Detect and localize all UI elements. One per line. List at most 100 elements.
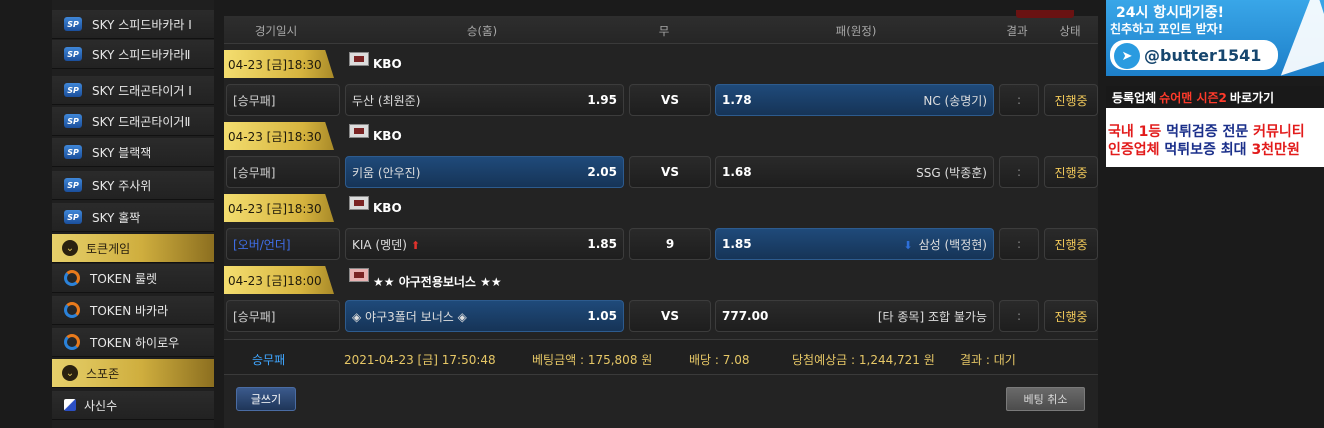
chevron-down-icon: ⌄ xyxy=(62,365,78,381)
sp-icon: SP xyxy=(64,17,82,31)
bet-type: [승무패] xyxy=(226,156,340,188)
match-status: 진행중 xyxy=(1044,84,1098,116)
league-flag-icon xyxy=(349,268,369,282)
match-status: 진행중 xyxy=(1044,156,1098,188)
chevron-down-icon: ⌄ xyxy=(62,240,78,256)
ad-top-suffix: 바로가기 xyxy=(1229,90,1275,105)
bet-row: [오버/언더] KIA (멩덴) ⬆ 1.85 9 1.85 ⬇ 삼성 (백정현): 진행중 xyxy=(224,228,1098,260)
away-bet-option[interactable]: 777.00 [타 종목] 조합 불가능 xyxy=(715,300,994,332)
summary-bet-amount: 베팅금액 : 175,808 원 xyxy=(532,353,653,367)
bet-row: [승무패] ◈ 야구3폴더 보너스 ◈ 1.05 VS 777.00 [타 종목] 조합 … xyxy=(224,300,1098,332)
sidebar-item[interactable]: SP SKY 스피드바카라 I xyxy=(52,10,214,39)
sidebar-item[interactable]: ⌄ 토큰게임 xyxy=(52,234,214,263)
telegram-banner-line1: 24시 항시대기중! xyxy=(1116,5,1225,21)
ad-line3-a: 인증업체 xyxy=(1108,142,1165,158)
telegram-banner[interactable]: 24시 항시대기중! 친추하고 포인트 받자! @butter1541 ➤ xyxy=(1106,0,1324,76)
ad-line3: 인증업체 먹튀보증 최대 3천만원 xyxy=(1108,139,1300,159)
home-bet-option[interactable]: ◈ 야구3폴더 보너스 ◈ 1.05 xyxy=(345,300,624,332)
sidebar-item[interactable]: TOKEN 룰렛 xyxy=(52,264,214,293)
match-datetime-badge: 04-23 [금]18:30 xyxy=(224,50,334,78)
sp-icon: SP xyxy=(64,114,82,128)
sidebar-item-label: SKY 홀짝 xyxy=(92,210,141,225)
home-team: ◈ 야구3폴더 보너스 ◈ xyxy=(352,309,467,324)
home-bet-option[interactable]: 키움 (안우진) 2.05 xyxy=(345,156,624,188)
home-team-wrap: 키움 (안우진) xyxy=(352,164,420,181)
home-bet-option[interactable]: 두산 (최원준) 1.95 xyxy=(345,84,624,116)
away-team: [타 종목] 조합 불가능 xyxy=(877,309,987,324)
sidebar-item[interactable]: TOKEN 바카라 xyxy=(52,296,214,325)
bet-row: [승무패] 두산 (최원준) 1.95 VS 1.78 NC (송명기): 진행중 xyxy=(224,84,1098,116)
league-row: 04-23 [금]18:30 KBO xyxy=(224,192,1098,222)
home-odds: 1.05 xyxy=(587,309,617,323)
ad-line2-b: 먹튀검증 전문 xyxy=(1166,124,1254,140)
home-team-wrap: 두산 (최원준) xyxy=(352,92,420,109)
sp-icon: SP xyxy=(64,47,82,61)
draw-bet-option[interactable]: VS xyxy=(629,156,711,188)
away-odds: 1.68 xyxy=(722,165,752,179)
bet-type: [오버/언더] xyxy=(226,228,340,260)
sureman-ad-banner[interactable]: 등록업체 슈어맨 시즌2 바로가기 국내 1등 먹튀검증 전문 커뮤니티 인증업… xyxy=(1106,86,1324,167)
sidebar-item-label: SKY 드래곤타이거Ⅱ xyxy=(92,114,191,129)
header-accent-bar xyxy=(1016,10,1074,18)
away-bet-option[interactable]: 1.85 ⬇ 삼성 (백정현) xyxy=(715,228,994,260)
sidebar-item[interactable]: TOKEN 하이로우 xyxy=(52,328,214,357)
away-team-wrap: SSG (박종훈) xyxy=(916,164,987,181)
sp-icon: SP xyxy=(64,83,82,97)
away-odds: 1.78 xyxy=(722,93,752,107)
ad-top-highlight: 슈어맨 시즌2 xyxy=(1159,90,1227,105)
sp-icon: SP xyxy=(64,145,82,159)
ad-line3-c: 3천만원 xyxy=(1251,142,1300,158)
sidebar-item-label: TOKEN 룰렛 xyxy=(90,271,158,286)
home-team: KIA (멩덴) xyxy=(352,237,407,252)
home-team: 두산 (최원준) xyxy=(352,93,421,108)
ad-line3-b: 먹튀보증 최대 xyxy=(1164,142,1252,158)
sp-icon: SP xyxy=(64,178,82,192)
summary-type: 승무패 xyxy=(252,353,286,367)
draw-bet-option[interactable]: VS xyxy=(629,300,711,332)
away-team: 삼성 (백정현) xyxy=(918,237,987,252)
league-row: 04-23 [금]18:00 ★★ 야구전용보너스 ★★ xyxy=(224,264,1098,294)
sidebar-item-label: SKY 스피드바카라Ⅱ xyxy=(92,47,191,62)
draw-bet-option[interactable]: 9 xyxy=(629,228,711,260)
sidebar-item-label: SKY 주사위 xyxy=(92,178,152,193)
bet-summary: 승무패 2021-04-23 [금] 17:50:48 베팅금액 : 175,8… xyxy=(224,339,1098,375)
match-status: 진행중 xyxy=(1044,300,1098,332)
away-bet-option[interactable]: 1.78 NC (송명기) xyxy=(715,84,994,116)
ad-top-prefix: 등록업체 xyxy=(1112,90,1157,105)
header-away: 패(원정) xyxy=(835,24,877,38)
sidebar-item[interactable]: ⌄ 스포존 xyxy=(52,359,214,388)
bet-row: [승무패] 키움 (안우진) 2.05 VS 1.68 SSG (박종훈): 진행중 xyxy=(224,156,1098,188)
match-datetime-badge: 04-23 [금]18:30 xyxy=(224,122,334,150)
sidebar-item[interactable]: SP SKY 드래곤타이거Ⅱ xyxy=(52,107,214,136)
sidebar-item[interactable]: SP SKY 블랙잭 xyxy=(52,138,214,167)
arrow-up-icon: ⬆ xyxy=(410,238,421,252)
match-result: : xyxy=(999,300,1039,332)
league-name: KBO xyxy=(373,201,402,215)
sidebar-item-label: SKY 드래곤타이거 I xyxy=(92,83,192,98)
sp-icon: SP xyxy=(64,210,82,224)
cancel-bet-button[interactable]: 베팅 취소 xyxy=(1006,387,1085,411)
sidebar-item[interactable]: SP SKY 주사위 xyxy=(52,171,214,200)
draw-bet-option[interactable]: VS xyxy=(629,84,711,116)
league-row: 04-23 [금]18:30 KBO xyxy=(224,48,1098,78)
home-bet-option[interactable]: KIA (멩덴) ⬆ 1.85 xyxy=(345,228,624,260)
summary-odds: 배당 : 7.08 xyxy=(689,353,750,367)
telegram-icon: ➤ xyxy=(1114,43,1140,69)
write-button[interactable]: 글쓰기 xyxy=(236,387,296,411)
sidebar-item[interactable]: SP SKY 드래곤타이거 I xyxy=(52,76,214,105)
sidebar-item[interactable]: 사신수 xyxy=(52,391,214,420)
away-team: NC (송명기) xyxy=(923,93,987,108)
summary-result: 결과 : 대기 xyxy=(960,353,1016,367)
home-team-wrap: KIA (멩덴) ⬆ xyxy=(352,236,420,253)
away-odds: 777.00 xyxy=(722,309,769,323)
league-flag-icon xyxy=(349,196,369,210)
token-icon xyxy=(64,302,80,318)
away-team-wrap: [타 종목] 조합 불가능 xyxy=(878,308,987,325)
home-odds: 1.85 xyxy=(587,237,617,251)
sidebar-item[interactable]: SP SKY 스피드바카라Ⅱ xyxy=(52,40,214,69)
away-team-wrap: ⬇ 삼성 (백정현) xyxy=(903,236,987,253)
league-name: KBO xyxy=(373,57,402,71)
away-bet-option[interactable]: 1.68 SSG (박종훈) xyxy=(715,156,994,188)
sidebar-item[interactable]: SP SKY 홀짝 xyxy=(52,203,214,232)
ad-top-bar: 등록업체 슈어맨 시즌2 바로가기 xyxy=(1106,86,1324,108)
